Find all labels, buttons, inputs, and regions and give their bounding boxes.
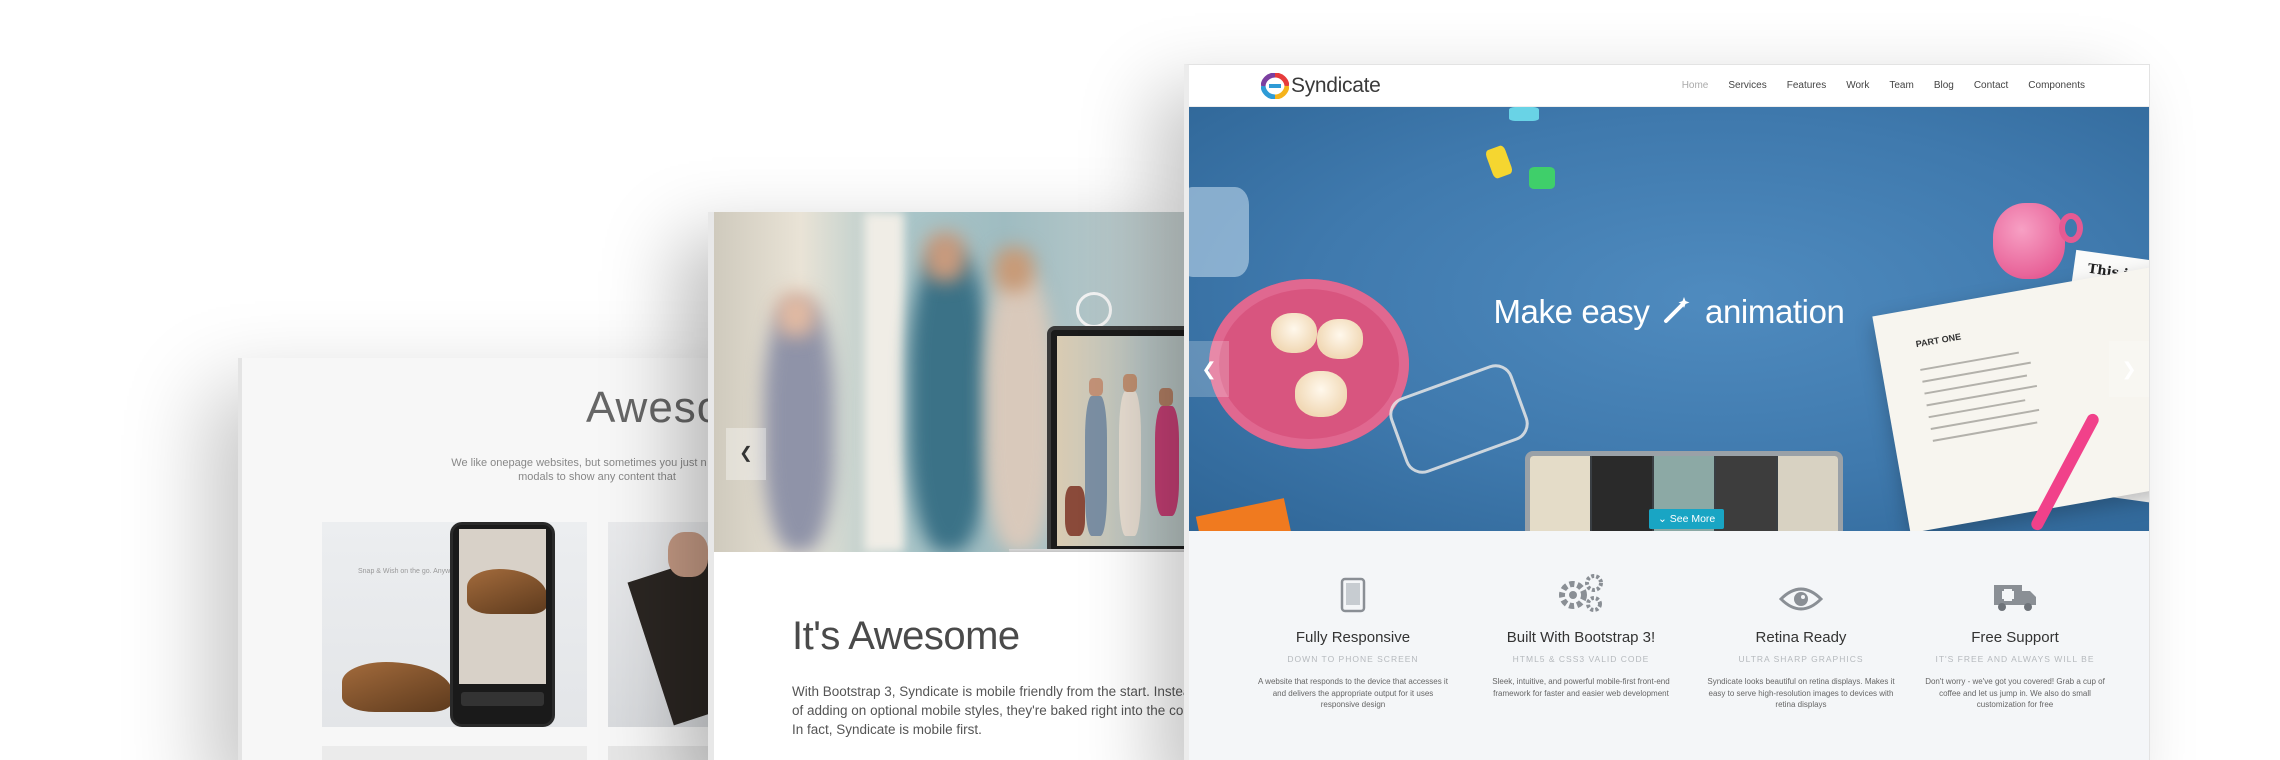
nav-team[interactable]: Team: [1889, 80, 1913, 91]
hero-slider: ⌄ See More This is my arti PART ONE Make…: [1189, 107, 2149, 531]
syndicate-homepage-preview: Syndicate Home Services Features Work Te…: [1184, 64, 2150, 760]
magic-wand-icon: [1662, 295, 1692, 333]
ambulance-icon: [1915, 571, 2115, 613]
glass-cube-image: [1189, 187, 1249, 277]
nav-work[interactable]: Work: [1846, 80, 1869, 91]
folder-image: [1195, 498, 1293, 531]
shoe-image: [342, 662, 452, 712]
nav-home[interactable]: Home: [1682, 80, 1709, 91]
feature-text: Don't worry - we've got you covered! Gra…: [1925, 677, 2105, 709]
see-more-button[interactable]: ⌄ See More: [1649, 509, 1725, 529]
feature-text: Sleek, intuitive, and powerful mobile-fi…: [1492, 677, 1670, 698]
book-part-label: PART ONE: [1914, 331, 1962, 350]
hero-title: Make easy animation: [1189, 293, 2149, 333]
feature-item: Built With Bootstrap 3! HTML5 & CSS3 VAL…: [1481, 571, 1681, 699]
nav-services[interactable]: Services: [1728, 80, 1766, 91]
phone-image: [450, 522, 555, 727]
nav-features[interactable]: Features: [1787, 80, 1826, 91]
hand-image: [668, 532, 708, 577]
feature-item: Fully Responsive DOWN TO PHONE SCREEN A …: [1253, 571, 1453, 711]
feature-title: Retina Ready: [1755, 629, 1847, 646]
back-card-intro: We like onepage websites, but sometimes …: [451, 457, 743, 483]
syndicate-logo-icon: [1260, 72, 1290, 100]
crayon-image: [1509, 107, 1539, 121]
feature-title: Fully Responsive: [1295, 629, 1411, 646]
tablet-icon: [1253, 571, 1453, 613]
nav-contact[interactable]: Contact: [1974, 80, 2008, 91]
features-section: Fully Responsive DOWN TO PHONE SCREEN A …: [1189, 531, 2149, 760]
feature-subtitle: IT'S FREE AND ALWAYS WILL BE: [1935, 654, 2095, 664]
nav-components[interactable]: Components: [2028, 80, 2085, 91]
slider-prev-icon[interactable]: ❮: [726, 428, 766, 480]
portfolio-thumb-shoes[interactable]: Snap & Wish on the go. Anywhere.: [322, 522, 587, 727]
crayon-image: [1484, 144, 1514, 180]
crayon-image: [1529, 167, 1555, 189]
slider-prev-icon[interactable]: ❮: [1189, 341, 1229, 397]
hero-title-right: animation: [1705, 293, 1845, 330]
nav-blog[interactable]: Blog: [1934, 80, 1954, 91]
navbar: Syndicate Home Services Features Work Te…: [1189, 65, 2149, 107]
main-nav: Home Services Features Work Team Blog Co…: [1682, 80, 2085, 91]
cupcake-image: [1295, 371, 1347, 417]
portfolio-thumb[interactable]: [322, 746, 587, 760]
feature-subtitle: HTML5 & CSS3 VALID CODE: [1512, 654, 1650, 664]
feature-subtitle: DOWN TO PHONE SCREEN: [1287, 654, 1419, 664]
feature-title: Built With Bootstrap 3!: [1506, 629, 1656, 646]
feature-subtitle: ULTRA SHARP GRAPHICS: [1738, 654, 1864, 664]
feature-text: A website that responds to the device th…: [1258, 677, 1448, 709]
section-body: With Bootstrap 3, Syndicate is mobile fr…: [792, 684, 1198, 737]
brand[interactable]: Syndicate: [1260, 72, 1381, 100]
hero-title-left: Make easy: [1493, 293, 1650, 330]
laptop-image: [1047, 326, 1198, 552]
mobile-first-page-preview: ❮ It's Awesome With Bootstrap 3, Syndica…: [708, 212, 1198, 760]
hero-photo: ❮: [714, 212, 1198, 552]
mug-image: [1993, 203, 2083, 279]
feature-item: Retina Ready ULTRA SHARP GRAPHICS Syndic…: [1701, 571, 1901, 711]
gears-icon: [1481, 571, 1681, 613]
feature-title: Free Support: [1971, 629, 2059, 646]
slider-next-icon[interactable]: ❯: [2109, 341, 2149, 397]
see-more-label: See More: [1669, 513, 1716, 525]
eye-icon: [1701, 571, 1901, 613]
feature-text: Syndicate looks beautiful on retina disp…: [1707, 677, 1895, 709]
feature-item: Free Support IT'S FREE AND ALWAYS WILL B…: [1915, 571, 2115, 711]
section-heading: It's Awesome: [792, 614, 1020, 658]
chevron-down-icon: ⌄: [1658, 513, 1667, 525]
laptop-base: [1009, 549, 1198, 552]
brand-name: Syndicate: [1291, 74, 1381, 97]
